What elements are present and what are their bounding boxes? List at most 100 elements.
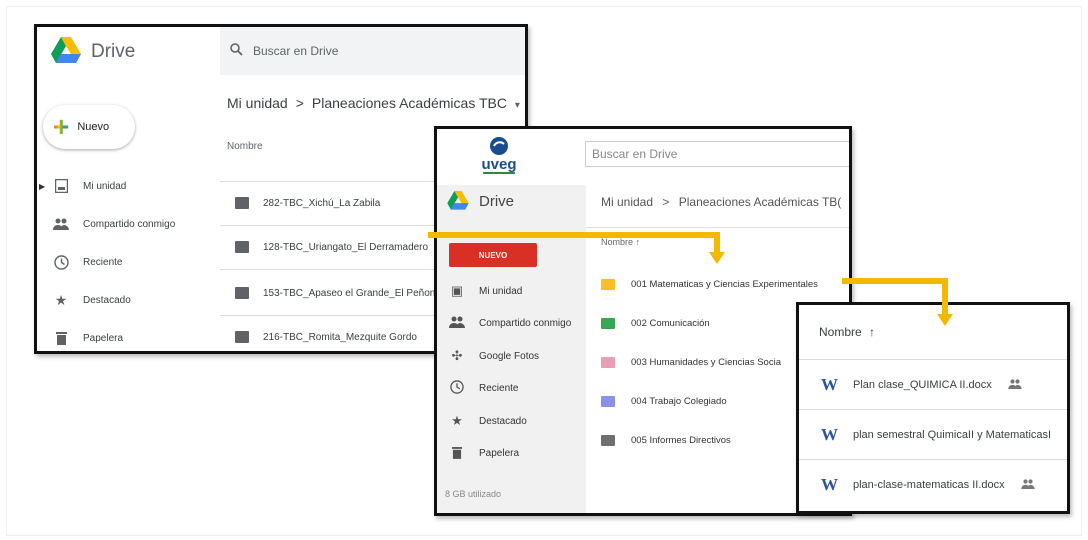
breadcrumb: Mi unidad > Planeaciones Académicas TBC ▾ [227,95,525,111]
shared-folder-icon [235,241,249,253]
breadcrumb-root[interactable]: Mi unidad [227,95,288,111]
folder-icon [601,395,615,407]
divider [799,459,1067,460]
sidebar-item-label: Papelera [479,448,520,460]
folder-name: 005 Informes Directivos [631,434,731,446]
search-bar[interactable]: Buscar en Drive [220,27,525,75]
sidebar-item-label: Compartido conmigo [479,318,572,330]
shared-folder-icon [235,287,249,299]
drive-logo-icon [447,191,469,210]
folder-name: 153-TBC_Apaseo el Grande_El Peñon (Sa [263,287,454,299]
star-icon: ★ [451,413,463,429]
sidebar-item-shared[interactable]: Compartido conmigo [437,308,586,341]
column-header-name[interactable]: Nombre ↑ [601,237,640,247]
breadcrumb-root[interactable]: Mi unidad [601,195,653,209]
uveg-logo[interactable]: uveg [477,133,521,177]
shared-folder-icon [235,331,249,343]
column-header-name[interactable]: Nombre [227,141,263,152]
folder-name: 128-TBC_Uriangato_El Derramadero [263,241,429,253]
folder-name: 003 Humanidades y Ciencias Socia [631,356,781,368]
file-list-window: Nombre ↑ W Plan clase_QUIMICA II.docx W … [796,302,1070,514]
breadcrumb-current[interactable]: Planeaciones Académicas TB( [679,195,842,209]
breadcrumb-separator: > [295,95,304,111]
arrow-down-icon [937,314,953,326]
folder-name: 004 Trabajo Colegiado [631,395,727,407]
sidebar-item-label: Papelera [83,332,124,344]
list-item[interactable]: 128-TBC_Uriangato_El Derramadero [235,237,428,257]
photos-pinwheel-icon: ✣ [451,348,463,364]
list-item[interactable]: 153-TBC_Apaseo el Grande_El Peñon (Sa [235,283,454,303]
search-icon [230,43,243,59]
expand-caret-icon[interactable]: ▶ [39,182,45,191]
recent-clock-icon [449,380,465,397]
new-button[interactable]: + Nuevo [43,105,135,149]
sidebar: Drive + Nuevo ▶ Mi unidad Compartido con… [37,27,220,351]
file-name: plan-clase-matematicas II.docx [853,479,1005,491]
divider [799,359,1067,360]
app-title: Drive [91,41,136,62]
my-drive-icon [53,178,69,194]
sidebar-item-shared[interactable]: Compartido conmigo [37,205,220,243]
file-name: plan semestral QuimicaII y MatematicasI [853,429,1052,441]
chevron-down-icon[interactable]: ▾ [515,100,520,111]
column-header-name[interactable]: Nombre ↑ [819,325,875,339]
file-name: Plan clase_QUIMICA II.docx [853,379,992,391]
folder-name: 001 Matematicas y Ciencias Experimentale… [631,278,818,290]
sidebar-item-label: Google Fotos [479,350,540,362]
list-item[interactable]: W plan-clase-matematicas II.docx [821,473,1035,497]
sidebar-item-label: Destacado [479,415,527,427]
sidebar-item-recent[interactable]: Reciente [437,373,586,406]
brand-text: uveg [481,156,516,173]
sidebar-item-trash[interactable]: Papelera [437,438,586,471]
search-input[interactable]: Buscar en Drive [253,44,338,58]
column-header-label: Nombre [819,325,862,339]
sidebar-item-label: Destacado [83,294,131,306]
folder-icon [601,434,615,446]
list-item[interactable]: 216-TBC_Romita_Mezquite Gordo [235,327,417,347]
sidebar-nav: ▶ Mi unidad Compartido conmigo Reciente … [37,167,220,351]
word-doc-icon: W [821,475,838,494]
storage-usage: 8 GB utilizado [445,489,502,499]
list-item[interactable]: 004 Trabajo Colegiado [601,391,727,411]
sidebar-item-starred[interactable]: ★ Destacado [437,405,586,438]
list-item[interactable]: 005 Informes Directivos [601,430,731,450]
divider [586,227,849,228]
sidebar-item-my-drive[interactable]: ▶ Mi unidad [37,167,220,205]
sidebar-item-recent[interactable]: Reciente [37,243,220,281]
breadcrumb-current[interactable]: Planeaciones Académicas TBC [312,95,507,111]
list-item[interactable]: 001 Matematicas y Ciencias Experimentale… [601,274,818,294]
list-item[interactable]: W Plan clase_QUIMICA II.docx [821,373,1022,397]
arrow-down-icon [709,252,725,264]
sidebar-item-my-drive[interactable]: ▣ Mi unidad [437,275,586,308]
folder-name: 002 Comunicación [631,317,710,329]
new-button[interactable]: NUEVO [449,243,537,267]
sidebar-item-label: Reciente [479,383,519,395]
top-bar: uveg Buscar en Drive [437,129,849,185]
list-item[interactable]: W plan semestral QuimicaII y Matematicas… [821,423,1051,447]
sidebar-item-label: Mi unidad [479,285,523,297]
list-item[interactable]: 002 Comunicación [601,313,710,333]
screenshot-canvas: Drive + Nuevo ▶ Mi unidad Compartido con… [0,0,1088,540]
trash-icon [449,446,465,462]
app-title: Drive [479,192,515,210]
sidebar-item-label: Compartido conmigo [83,218,176,230]
sidebar-item-trash[interactable]: Papelera [37,319,220,351]
sidebar-item-photos[interactable]: ✣ Google Fotos [437,340,586,373]
drive-window-uveg: uveg Buscar en Drive NUEVO ▣ Mi unidad C… [434,126,852,516]
list-item[interactable]: 282-TBC_Xichú_La Zabila [235,193,380,213]
connector-line [942,278,948,316]
search-input[interactable]: Buscar en Drive [585,141,849,167]
recent-clock-icon [53,254,69,270]
folder-icon [601,356,615,368]
sidebar-item-label: Mi unidad [83,180,127,192]
list-item[interactable]: 003 Humanidades y Ciencias Socia [601,352,781,372]
word-doc-icon: W [821,375,838,394]
shared-icon [1008,378,1022,392]
sort-arrow-icon[interactable]: ↑ [869,325,875,339]
star-icon: ★ [54,291,68,308]
folder-icon [601,317,615,329]
connector-line [842,278,948,284]
connector-line [714,232,720,254]
shared-icon [53,216,69,232]
sidebar-item-starred[interactable]: ★ Destacado [37,281,220,319]
